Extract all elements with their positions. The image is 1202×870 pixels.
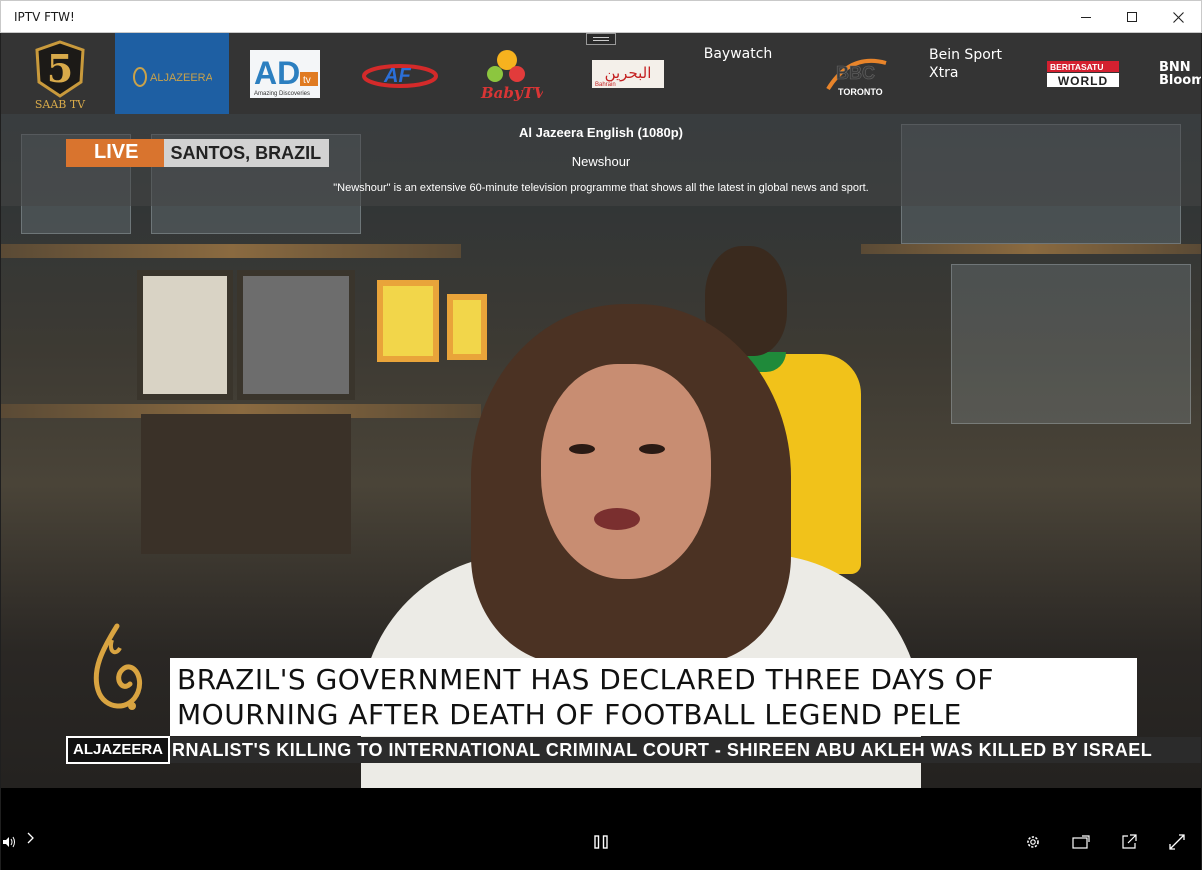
volume-icon	[3, 836, 15, 848]
channel-bloomberg[interactable]: BNN Bloom	[1159, 33, 1201, 114]
maximize-icon	[1127, 12, 1137, 22]
svg-text:TORONTO: TORONTO	[838, 87, 883, 97]
location-label: SANTOS, BRAZIL	[164, 139, 330, 167]
minimize-icon	[1081, 16, 1091, 18]
svg-text:البحرين: البحرين	[605, 64, 652, 82]
aljazeera-logo: ALJAZEERA	[133, 67, 212, 87]
channel-babytv[interactable]: BabyTV	[475, 33, 545, 114]
channel-bahrain[interactable]: البحرين Bahrain	[591, 33, 665, 114]
gear-icon	[1027, 836, 1039, 848]
chevron-right-icon	[27, 832, 34, 844]
af-logo: AF	[362, 63, 438, 88]
window-title: IPTV FTW!	[14, 10, 75, 24]
bahrain-logo: البحرين Bahrain	[592, 59, 664, 88]
popout-icon	[1122, 834, 1137, 849]
svg-text:AD: AD	[254, 55, 300, 91]
pause-button[interactable]	[589, 832, 613, 852]
strip-drag-handle[interactable]	[586, 33, 616, 45]
cast-icon	[1072, 835, 1090, 849]
channel-strip[interactable]: 5 SAAB TV ALJAZEERA AD tv Amazing Discov…	[1, 33, 1201, 114]
channel-adtv[interactable]: AD tv Amazing Discoveries	[249, 33, 321, 114]
volume-button[interactable]	[1, 834, 17, 850]
program-description: "Newshour" is an extensive 60-minute tel…	[333, 182, 869, 194]
channel-beritasatu[interactable]: BERITASATU WORLD	[1047, 33, 1119, 114]
svg-text:5: 5	[47, 46, 73, 91]
cast-button[interactable]	[1069, 832, 1093, 852]
svg-text:WORLD: WORLD	[1058, 74, 1108, 87]
babytv-logo: BabyTV	[480, 49, 543, 102]
news-headline: BRAZIL'S GOVERNMENT HAS DECLARED THREE D…	[170, 658, 1137, 736]
live-banner: LIVE SANTOS, BRAZIL	[66, 139, 330, 167]
settings-button[interactable]	[1021, 832, 1045, 852]
minimize-button[interactable]	[1063, 1, 1109, 33]
channel-af[interactable]: AF	[361, 33, 439, 114]
saab-tv-logo: 5 SAAB TV	[35, 39, 86, 110]
svg-text:Amazing Discoveries: Amazing Discoveries	[254, 91, 310, 97]
svg-text:BabyTV: BabyTV	[480, 84, 543, 102]
bbc-toronto-logo: BBC TORONTO	[826, 58, 887, 97]
playback-controls	[1, 788, 1201, 870]
svg-text:AF: AF	[383, 65, 411, 87]
popout-button[interactable]	[1117, 832, 1141, 852]
title-bar: IPTV FTW!	[0, 0, 1202, 33]
svg-text:tv: tv	[303, 75, 311, 86]
svg-text:BERITASATU: BERITASATU	[1050, 62, 1104, 72]
channel-bein[interactable]: Bein Sport Xtra	[929, 33, 1009, 114]
channel-name: Al Jazeera English (1080p)	[518, 125, 683, 140]
channel-baywatch[interactable]: Baywatch	[701, 33, 775, 114]
live-tag: LIVE	[66, 139, 165, 167]
beritasatu-logo: BERITASATU WORLD	[1047, 60, 1119, 87]
channel-aljazeera[interactable]: ALJAZEERA	[115, 33, 229, 114]
svg-text:SAAB TV: SAAB TV	[35, 98, 86, 110]
ticker-brand: ALJAZEERA	[66, 736, 170, 764]
fullscreen-button[interactable]	[1165, 832, 1189, 852]
svg-text:Bahrain: Bahrain	[595, 82, 616, 88]
expand-controls-button[interactable]	[23, 830, 39, 846]
fullscreen-icon	[1169, 834, 1185, 850]
channel-home[interactable]: 5 SAAB TV	[15, 33, 105, 114]
pause-icon	[594, 835, 608, 849]
close-icon	[1172, 11, 1184, 23]
news-ticker: RNALIST'S KILLING TO INTERNATIONAL CRIMI…	[170, 737, 1201, 763]
channel-bbc-toronto[interactable]: BBC TORONTO	[819, 33, 893, 114]
maximize-button[interactable]	[1109, 1, 1155, 33]
aljazeera-bug-icon	[93, 623, 142, 710]
adtv-logo: AD tv Amazing Discoveries	[250, 49, 320, 98]
close-button[interactable]	[1155, 1, 1201, 33]
svg-text:BBC: BBC	[836, 63, 875, 83]
svg-text:ALJAZEERA: ALJAZEERA	[150, 72, 212, 84]
